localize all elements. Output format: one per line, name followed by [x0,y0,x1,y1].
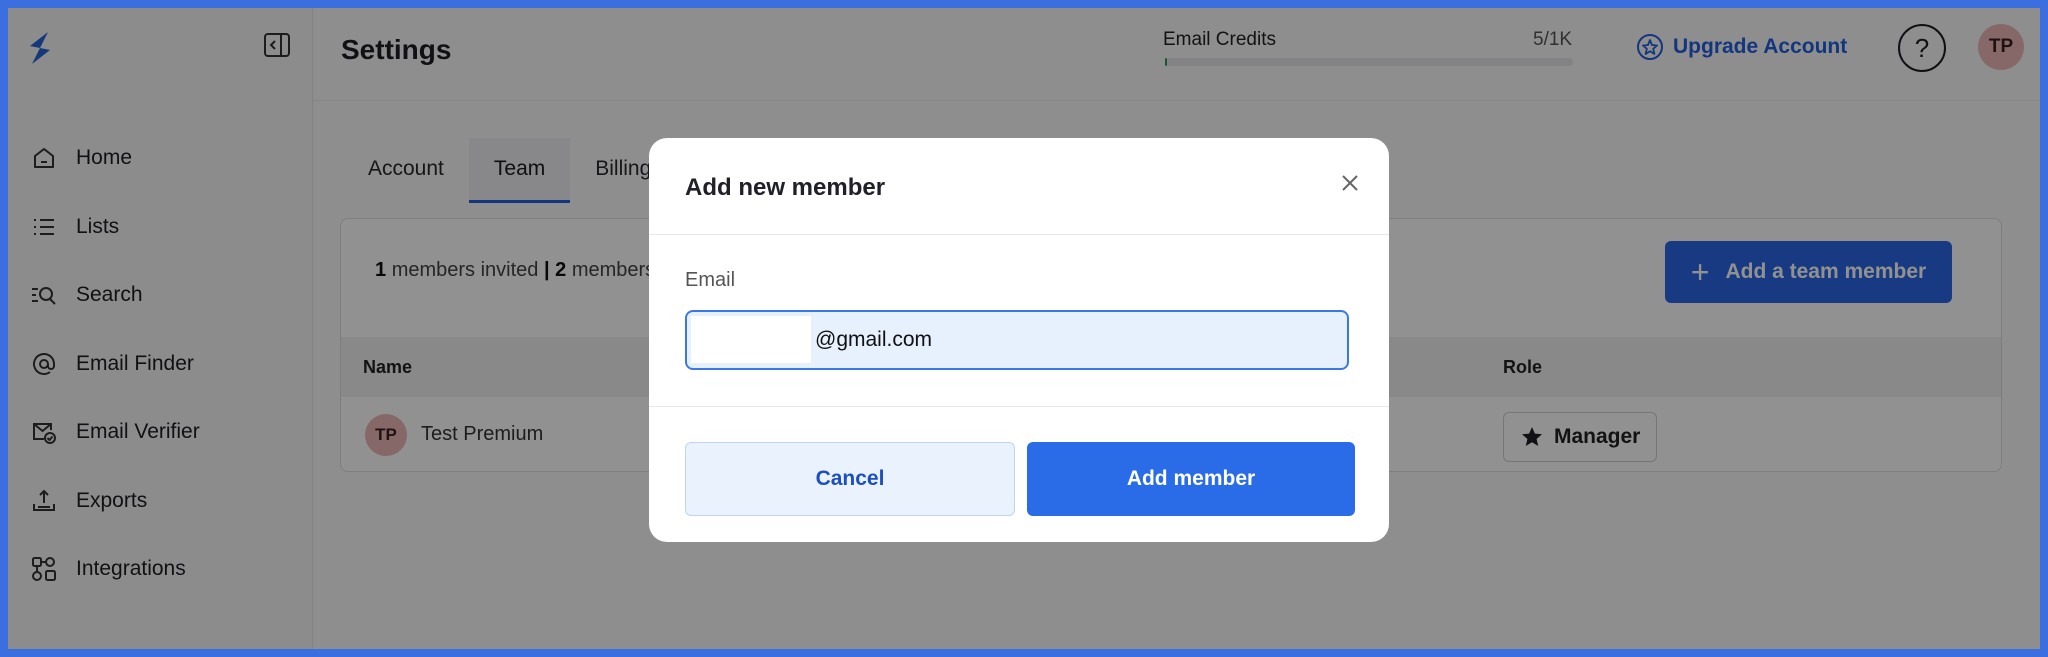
divider [649,406,1389,407]
add-member-dialog: Add new member Email Cancel Add member [649,138,1389,542]
close-icon[interactable] [1335,168,1365,198]
cancel-button[interactable]: Cancel [685,442,1015,516]
divider [649,234,1389,235]
redacted-email-prefix [691,316,811,363]
email-field-label: Email [685,269,736,291]
app-window: Home Lists Search Email Finder Email Ver… [8,8,2040,649]
add-member-button[interactable]: Add member [1027,442,1355,516]
dialog-title: Add new member [685,174,886,201]
